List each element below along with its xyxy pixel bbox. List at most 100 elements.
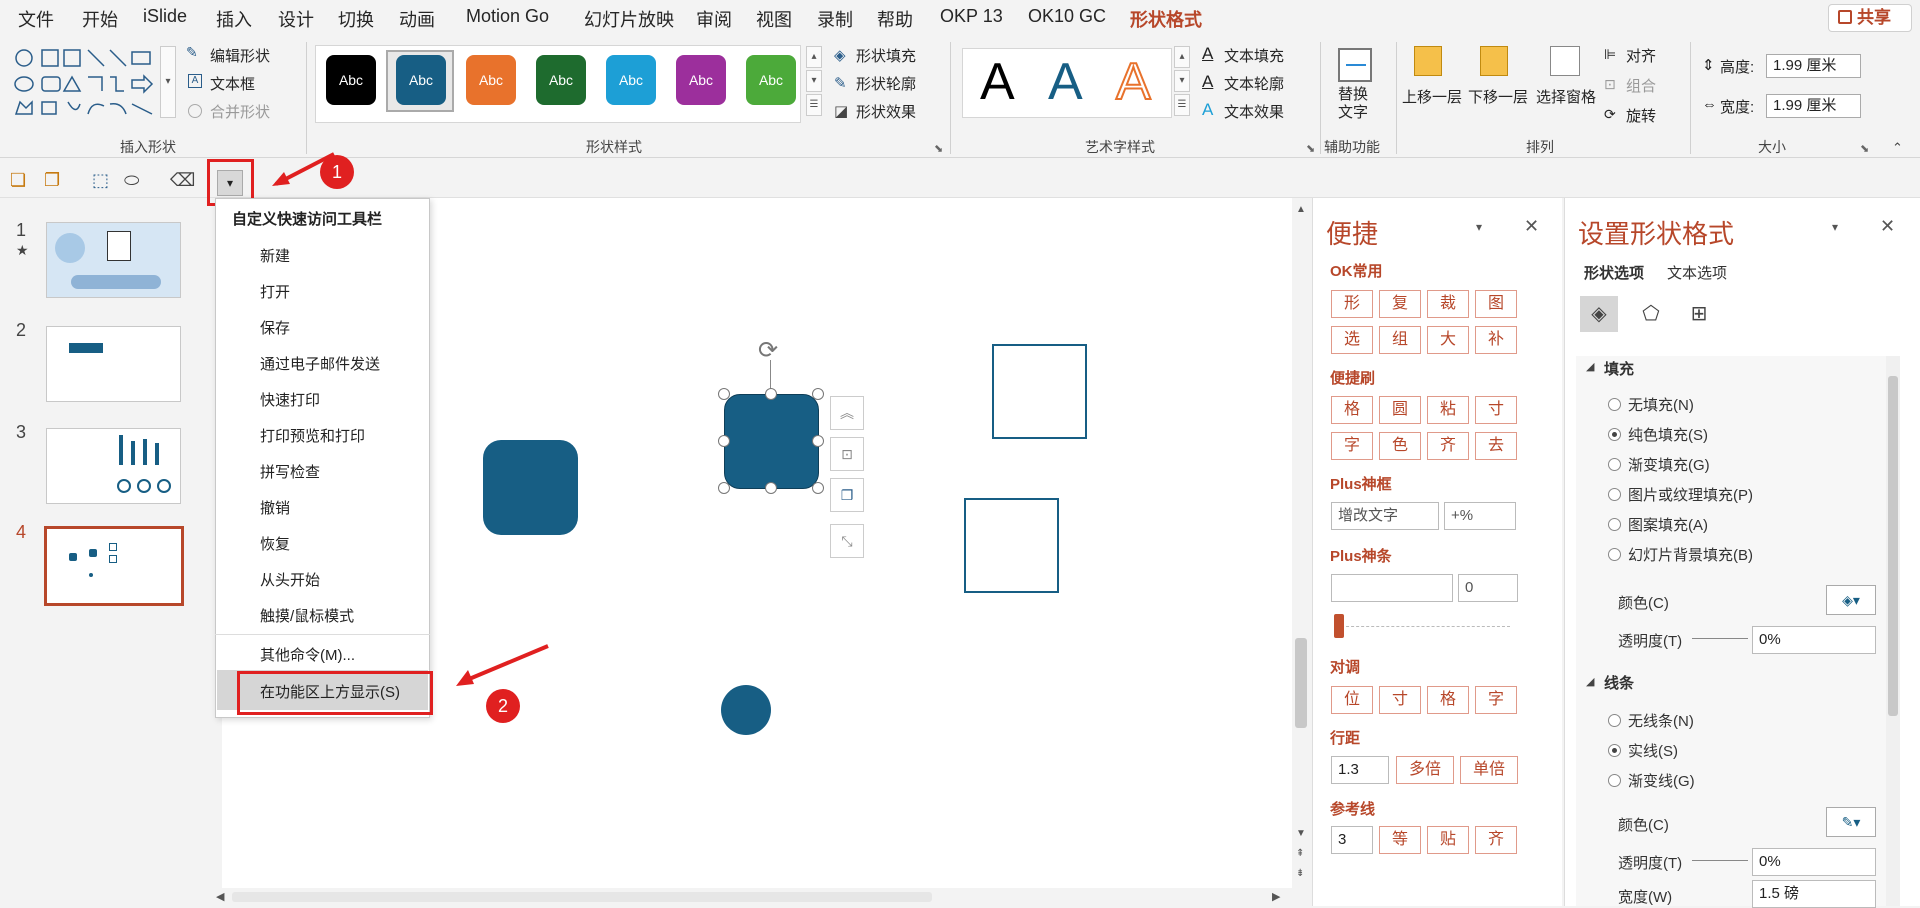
resize-handle[interactable] (718, 435, 730, 447)
shape-fill-button[interactable]: 形状填充 (856, 45, 916, 66)
resize-icon[interactable]: ⤡ (830, 524, 864, 558)
guide-button[interactable]: 等 (1379, 826, 1421, 854)
option-gradient-line[interactable]: 渐变线(G) (1628, 770, 1695, 791)
menu-item[interactable]: 通过电子邮件发送 (260, 353, 380, 374)
option-picture-fill[interactable]: 图片或纹理填充(P) (1628, 484, 1753, 505)
adjust-button[interactable]: 位 (1331, 686, 1373, 714)
radio-slide-background-fill[interactable] (1608, 548, 1621, 561)
option-solid-line[interactable]: 实线(S) (1628, 740, 1678, 761)
guide-button[interactable]: 贴 (1427, 826, 1469, 854)
eraser-icon[interactable]: ⌫ (170, 170, 195, 190)
rotate-handle-icon[interactable]: ⟳ (758, 336, 778, 365)
gallery-scroll-down[interactable]: ▾ (806, 70, 822, 92)
radio-picture-fill[interactable] (1608, 488, 1621, 501)
gallery-more[interactable]: ☰ (806, 94, 822, 116)
tab-text-options[interactable]: 文本选项 (1667, 262, 1727, 283)
shape-style-swatch[interactable]: Abc (466, 55, 516, 105)
option-solid-fill[interactable]: 纯色填充(S) (1628, 424, 1708, 445)
shape-style-swatch[interactable]: Abc (606, 55, 656, 105)
ok-button[interactable]: 图 (1475, 290, 1517, 318)
pane-scrollbar[interactable] (1886, 356, 1900, 906)
fill-color-picker[interactable]: ◈▾ (1826, 585, 1876, 615)
panel-menu-icon[interactable]: ▾ (1476, 220, 1482, 234)
menu-item[interactable]: 恢复 (260, 533, 290, 554)
customize-qat-button[interactable]: ▾ (217, 170, 243, 196)
radio-solid-line[interactable] (1608, 744, 1621, 757)
menu-item[interactable]: 快速打印 (260, 389, 320, 410)
collapse-line-icon[interactable]: ◢ (1586, 675, 1594, 688)
group-button[interactable]: 组合 (1626, 75, 1656, 96)
tab-file[interactable]: 文件 (18, 6, 54, 32)
line-transparency-input[interactable]: 0% (1752, 848, 1876, 876)
shape-gallery-expand[interactable]: ▾ (160, 46, 176, 118)
pane-menu-icon[interactable]: ▾ (1832, 220, 1838, 234)
tab-shape-options[interactable]: 形状选项 (1584, 262, 1644, 283)
menu-item[interactable]: 触摸/鼠标模式 (260, 605, 354, 626)
menu-item[interactable]: 从头开始 (260, 569, 320, 590)
shapes-icon[interactable]: ⬭ (124, 170, 144, 190)
selection-pane-button[interactable]: 选择窗格 (1536, 86, 1596, 107)
spacing-single-button[interactable]: 单倍 (1460, 756, 1518, 784)
align-center-icon[interactable]: ⊡ (830, 437, 864, 471)
option-no-fill[interactable]: 无填充(N) (1628, 394, 1694, 415)
ok-button[interactable]: 大 (1427, 326, 1469, 354)
close-icon[interactable]: ✕ (1880, 216, 1895, 237)
brush-button[interactable]: 圆 (1379, 396, 1421, 424)
fill-line-icon[interactable]: ◈ (1580, 296, 1618, 332)
wordart-scroll-up[interactable]: ▴ (1174, 46, 1190, 68)
adjust-button[interactable]: 寸 (1379, 686, 1421, 714)
ok-button[interactable]: 组 (1379, 326, 1421, 354)
fill-transparency-slider[interactable] (1692, 638, 1748, 639)
brush-button[interactable]: 寸 (1475, 396, 1517, 424)
ok-button[interactable]: 裁 (1427, 290, 1469, 318)
alt-text-button[interactable]: 替换 文字 (1338, 86, 1368, 122)
tab-review[interactable]: 审阅 (696, 6, 732, 32)
adjust-button[interactable]: 格 (1427, 686, 1469, 714)
shape-gallery[interactable] (12, 46, 174, 122)
brush-button[interactable]: 去 (1475, 432, 1517, 460)
line-width-input[interactable]: 1.5 磅 (1752, 880, 1876, 908)
spacing-multiple-button[interactable]: 多倍 (1396, 756, 1454, 784)
bar-text-input[interactable] (1331, 574, 1453, 602)
textbox-button[interactable]: 文本框 (210, 73, 255, 94)
shape-outline-button[interactable]: 形状轮廓 (856, 73, 916, 94)
wordart-style[interactable]: A (980, 52, 1015, 112)
radio-solid-fill[interactable] (1608, 428, 1621, 441)
adjust-button[interactable]: 字 (1475, 686, 1517, 714)
layout-options-icon[interactable]: ︽ (830, 396, 864, 430)
radio-pattern-fill[interactable] (1608, 518, 1621, 531)
line-spacing-input[interactable]: 1.3 (1331, 756, 1389, 784)
tab-insert[interactable]: 插入 (216, 6, 252, 32)
menu-item[interactable]: 打印预览和打印 (260, 425, 365, 446)
shape-style-swatch[interactable]: Abc (676, 55, 726, 105)
tab-okp13[interactable]: OKP 13 (940, 6, 1003, 27)
merge-shapes-button[interactable]: 合并形状 (210, 101, 270, 122)
outlined-square-shape[interactable] (964, 498, 1059, 593)
tab-record[interactable]: 录制 (817, 6, 853, 32)
dialog-launcher-icon[interactable]: ⬊ (934, 142, 943, 155)
wordart-style[interactable]: A (1115, 52, 1152, 112)
circle-shape[interactable] (721, 685, 771, 735)
shape-style-swatch[interactable]: Abc (326, 55, 376, 105)
bar-slider-track[interactable] (1336, 626, 1510, 627)
height-input[interactable]: 1.99 厘米 (1766, 54, 1861, 78)
brush-button[interactable]: 色 (1379, 432, 1421, 460)
edit-shape-button[interactable]: 编辑形状 (210, 45, 270, 66)
menu-item[interactable]: 撤销 (260, 497, 290, 518)
section-fill[interactable]: 填充 (1604, 358, 1634, 379)
option-pattern-fill[interactable]: 图案填充(A) (1628, 514, 1708, 535)
slide-thumbnail[interactable] (46, 222, 181, 298)
resize-handle[interactable] (812, 388, 824, 400)
ok-button[interactable]: 形 (1331, 290, 1373, 318)
guides-input[interactable]: 3 (1331, 826, 1373, 854)
tab-ok10gc[interactable]: OK10 GC (1028, 6, 1106, 27)
line-transparency-slider[interactable] (1692, 860, 1748, 861)
brush-button[interactable]: 格 (1331, 396, 1373, 424)
frame-text-input[interactable]: 增改文字 (1331, 502, 1439, 530)
collapse-fill-icon[interactable]: ◢ (1586, 360, 1594, 373)
slide-thumbnail-active[interactable] (44, 526, 184, 606)
resize-handle[interactable] (765, 482, 777, 494)
shape-effect-button[interactable]: 形状效果 (856, 101, 916, 122)
menu-item-show-above-ribbon[interactable]: 在功能区上方显示(S) (260, 681, 400, 702)
menu-item[interactable]: 打开 (260, 281, 290, 302)
